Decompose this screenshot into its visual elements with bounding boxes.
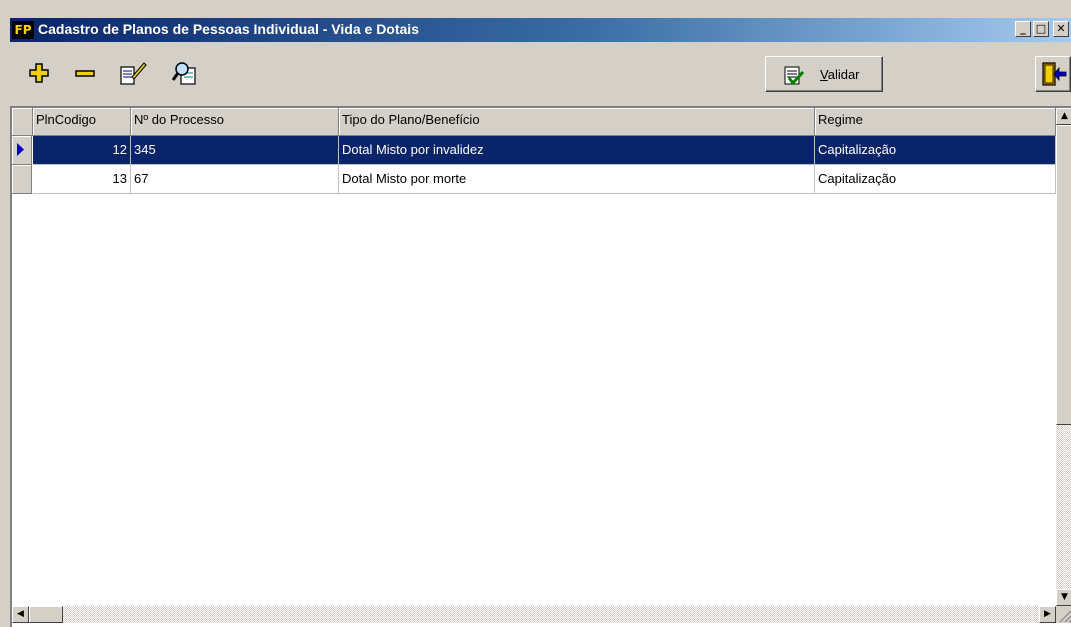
row-indicator xyxy=(12,136,32,165)
cell-tipo[interactable]: Dotal Misto por invalidez xyxy=(339,136,815,165)
horizontal-scroll-thumb[interactable] xyxy=(29,606,63,623)
table-row[interactable]: 13 67 Dotal Misto por morte Capitalizaçã… xyxy=(12,165,1056,194)
size-grip-icon xyxy=(1059,610,1071,623)
cell-tipo[interactable]: Dotal Misto por morte xyxy=(339,165,815,194)
maximize-button[interactable]: □ xyxy=(1033,21,1049,37)
remove-button[interactable] xyxy=(70,58,100,88)
cell-plncodigo[interactable]: 12 xyxy=(33,136,131,165)
current-row-arrow-icon xyxy=(17,143,24,156)
column-header-tipo[interactable]: Tipo do Plano/Benefício xyxy=(339,108,815,136)
toolbar: Validar xyxy=(10,44,1071,104)
app-icon: FP xyxy=(12,21,34,39)
window-title: Cadastro de Planos de Pessoas Individual… xyxy=(38,21,419,37)
close-button[interactable]: ✕ xyxy=(1053,21,1069,37)
edit-button[interactable] xyxy=(118,58,148,88)
plus-icon xyxy=(29,63,49,83)
add-button[interactable] xyxy=(24,58,54,88)
size-grip[interactable] xyxy=(1056,606,1071,623)
scroll-up-button[interactable]: ▲ xyxy=(1056,108,1071,125)
validar-button[interactable]: Validar xyxy=(765,56,883,92)
column-header-plncodigo[interactable]: PlnCodigo xyxy=(33,108,131,136)
checklist-icon xyxy=(784,66,804,86)
scroll-left-button[interactable]: ◀ xyxy=(12,606,29,623)
validar-label: Validar xyxy=(820,67,860,82)
horizontal-scrollbar[interactable]: ◀ ▶ xyxy=(12,606,1056,623)
edit-document-icon xyxy=(120,62,147,85)
cell-regime[interactable]: Capitalização xyxy=(815,136,1056,165)
table-row[interactable]: 12 345 Dotal Misto por invalidez Capital… xyxy=(12,136,1056,165)
header-indicator xyxy=(12,108,33,136)
plans-grid: PlnCodigo Nº do Processo Tipo do Plano/B… xyxy=(10,106,1071,627)
column-header-processo[interactable]: Nº do Processo xyxy=(131,108,339,136)
title-bar: FP Cadastro de Planos de Pessoas Individ… xyxy=(10,18,1071,42)
cell-processo[interactable]: 67 xyxy=(131,165,339,194)
vertical-scrollbar[interactable]: ▲ ▼ xyxy=(1056,108,1071,606)
scroll-right-button[interactable]: ▶ xyxy=(1039,606,1056,623)
cell-plncodigo[interactable]: 13 xyxy=(33,165,131,194)
search-icon xyxy=(171,62,196,85)
cell-regime[interactable]: Capitalização xyxy=(815,165,1056,194)
minimize-button[interactable]: _ xyxy=(1015,21,1031,37)
row-indicator xyxy=(12,165,32,194)
exit-door-icon xyxy=(1042,62,1067,86)
exit-button[interactable] xyxy=(1035,56,1071,92)
scroll-down-button[interactable]: ▼ xyxy=(1056,589,1071,606)
search-button[interactable] xyxy=(170,58,200,88)
vertical-scroll-thumb[interactable] xyxy=(1056,125,1071,425)
column-header-regime[interactable]: Regime xyxy=(815,108,1056,136)
minus-icon xyxy=(75,70,95,77)
cell-processo[interactable]: 345 xyxy=(131,136,339,165)
